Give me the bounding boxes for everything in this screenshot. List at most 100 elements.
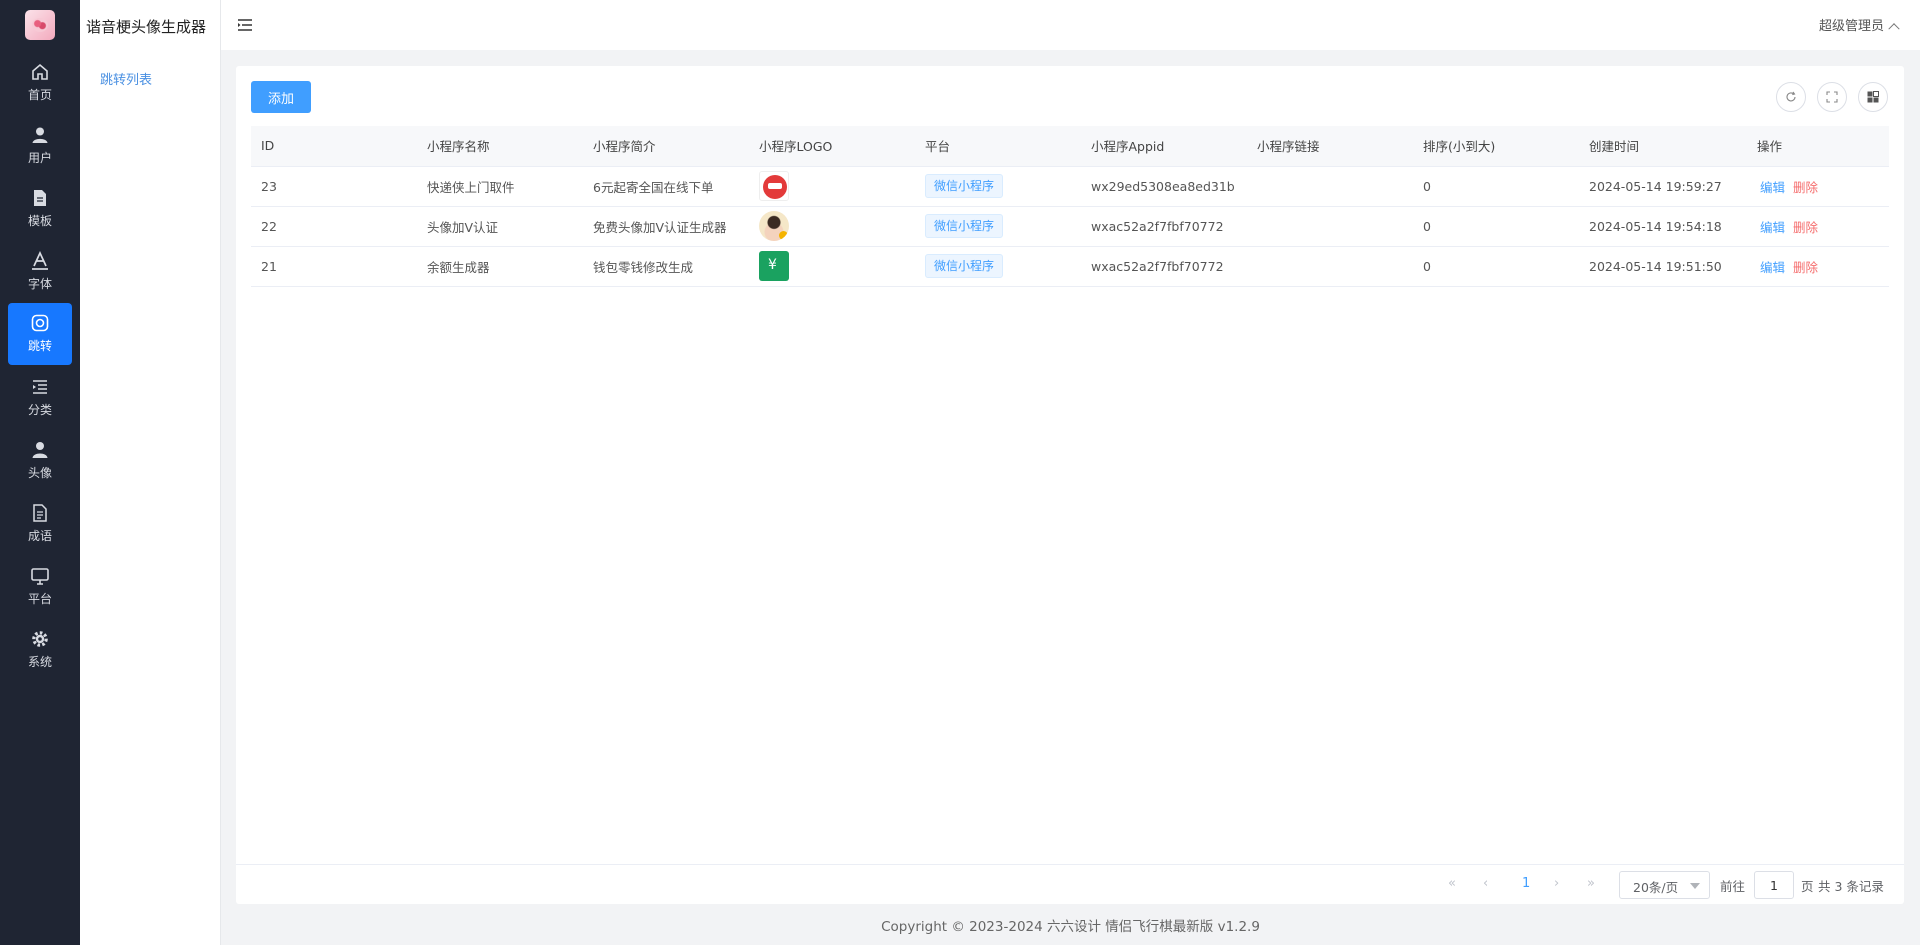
chevron-up-icon (1888, 23, 1900, 35)
pagination: « ‹ 1 › » 20条/页 前往 页 共 3 条记录 (236, 864, 1904, 904)
first-page-icon[interactable]: « (1448, 876, 1456, 891)
edit-link[interactable]: 编辑 (1760, 180, 1785, 195)
cell-appid: wxac52a2f7fbf70772 (1081, 246, 1247, 287)
nav-item-font[interactable]: 字体 (8, 241, 72, 303)
nav-label: 平台 (27, 592, 52, 606)
cell-intro: 6元起寄全国在线下单 (583, 166, 749, 207)
fullscreen-icon (1826, 91, 1838, 103)
refresh-icon (1786, 91, 1796, 102)
nav-label: 字体 (27, 277, 52, 291)
category-icon (33, 380, 47, 394)
cell-link (1247, 206, 1413, 247)
nav-label: 分类 (27, 403, 52, 417)
jump-icon (31, 314, 49, 332)
platform-tag: 微信小程序 (925, 214, 1004, 238)
column-header: 小程序名称 (417, 126, 583, 167)
fullscreen-button[interactable] (1817, 82, 1847, 112)
nav-item-system[interactable]: 系统 (8, 619, 72, 681)
nav-item-platform[interactable]: 平台 (8, 556, 72, 618)
add-button[interactable]: 添加 (251, 81, 311, 113)
next-page-icon[interactable]: › (1554, 876, 1559, 891)
nav-label: 跳转 (27, 339, 52, 353)
platform-tag: 微信小程序 (925, 174, 1004, 198)
home-icon (32, 63, 48, 80)
edit-link[interactable]: 编辑 (1760, 220, 1785, 235)
nav-item-idiom[interactable]: 成语 (8, 493, 72, 555)
cell-name: 头像加V认证 (417, 206, 583, 247)
cell-logo (749, 246, 915, 287)
prev-page-icon[interactable]: ‹ (1483, 876, 1488, 891)
table-row: 22 头像加V认证 免费头像加V认证生成器 微信小程序 wxac52a2f7fb… (251, 206, 1889, 247)
user-menu[interactable]: 超级管理员 (1818, 15, 1900, 35)
jump-table: ID 小程序名称 小程序简介 小程序LOGO 平台 小程序Appid 小程序链接… (251, 126, 1889, 287)
nav-label: 首页 (27, 88, 52, 102)
nav-label: 用户 (27, 151, 52, 165)
goto-page-input[interactable] (1754, 871, 1794, 899)
cell-platform: 微信小程序 (915, 166, 1081, 207)
nav-item-user[interactable]: 用户 (8, 115, 72, 177)
column-header: 操作 (1747, 126, 1889, 167)
table-header-row: ID 小程序名称 小程序简介 小程序LOGO 平台 小程序Appid 小程序链接… (251, 126, 1889, 167)
sub-menu: 谐音梗头像生成器 跳转列表 (80, 0, 221, 945)
delete-link[interactable]: 删除 (1793, 180, 1818, 195)
columns-button[interactable] (1858, 82, 1888, 112)
delete-link[interactable]: 删除 (1793, 220, 1818, 235)
table-row: 21 余额生成器 钱包零钱修改生成 微信小程序 wxac52a2f7fbf707… (251, 246, 1889, 287)
refresh-button[interactable] (1776, 82, 1806, 112)
cell-id: 21 (251, 246, 417, 287)
total-count: 共 3 条记录 (1818, 879, 1884, 894)
user-name: 超级管理员 (1818, 19, 1884, 34)
nav-item-jump[interactable]: 跳转 (8, 303, 72, 365)
page-unit-label: 页 (1801, 879, 1814, 894)
cell-logo (749, 206, 915, 247)
last-page-icon[interactable]: » (1587, 876, 1595, 891)
cell-appid: wx29ed5308ea8ed31b (1081, 166, 1247, 207)
footer-copyright: Copyright © 2023-2024 六六设计 情侣飞行棋最新版 v1.2… (881, 919, 1260, 935)
column-header: 小程序简介 (583, 126, 749, 167)
user-icon (32, 127, 48, 143)
page-number[interactable]: 1 (1522, 876, 1530, 891)
app-logo (25, 10, 55, 40)
platform-tag: 微信小程序 (925, 254, 1004, 278)
main-card: 添加 ID 小程序名称 小程序简介 小程序LOGO 平台 小程序Appid 小程… (236, 66, 1904, 904)
gear-icon (32, 631, 48, 647)
page-size-value: 20条/页 (1633, 880, 1679, 895)
monitor-icon (31, 568, 49, 585)
column-header: 排序(小到大) (1413, 126, 1579, 167)
delete-link[interactable]: 删除 (1793, 260, 1818, 275)
top-header: 超级管理员 (221, 0, 1920, 50)
nav-label: 模板 (27, 214, 52, 228)
font-icon (32, 251, 48, 270)
cell-appid: wxac52a2f7fbf70772 (1081, 206, 1247, 247)
cell-sort: 0 (1413, 166, 1579, 207)
cell-actions: 编辑 删除 (1747, 206, 1889, 247)
nav-item-avatar[interactable]: 头像 (8, 430, 72, 492)
column-header: 创建时间 (1579, 126, 1748, 167)
cell-logo (749, 166, 915, 207)
column-header: 小程序链接 (1247, 126, 1413, 167)
miniprogram-logo (759, 171, 789, 201)
column-header: 平台 (915, 126, 1081, 167)
idiom-icon (33, 504, 47, 522)
cell-intro: 钱包零钱修改生成 (583, 246, 749, 287)
column-header: 小程序LOGO (749, 126, 915, 167)
column-header: 小程序Appid (1081, 126, 1247, 167)
menu-toggle-icon[interactable] (237, 17, 253, 33)
nav-rail: 首页 用户 模板 字体 跳转 分类 头像 成语 平台 系统 (0, 0, 80, 945)
cell-link (1247, 246, 1413, 287)
nav-item-category[interactable]: 分类 (8, 367, 72, 429)
nav-item-home[interactable]: 首页 (8, 52, 72, 114)
cell-created: 2024-05-14 19:54:18 (1579, 206, 1748, 247)
grid-icon (1867, 91, 1879, 103)
cell-name: 余额生成器 (417, 246, 583, 287)
submenu-item-jump-list[interactable]: 跳转列表 (100, 69, 152, 88)
app-title: 谐音梗头像生成器 (86, 18, 207, 36)
cell-name: 快递侠上门取件 (417, 166, 583, 207)
cell-id: 23 (251, 166, 417, 207)
goto-label: 前往 (1720, 879, 1746, 894)
nav-item-template[interactable]: 模板 (8, 178, 72, 240)
edit-link[interactable]: 编辑 (1760, 260, 1785, 275)
cell-platform: 微信小程序 (915, 246, 1081, 287)
page-size-select[interactable]: 20条/页 (1619, 871, 1710, 899)
cell-actions: 编辑 删除 (1747, 166, 1889, 207)
